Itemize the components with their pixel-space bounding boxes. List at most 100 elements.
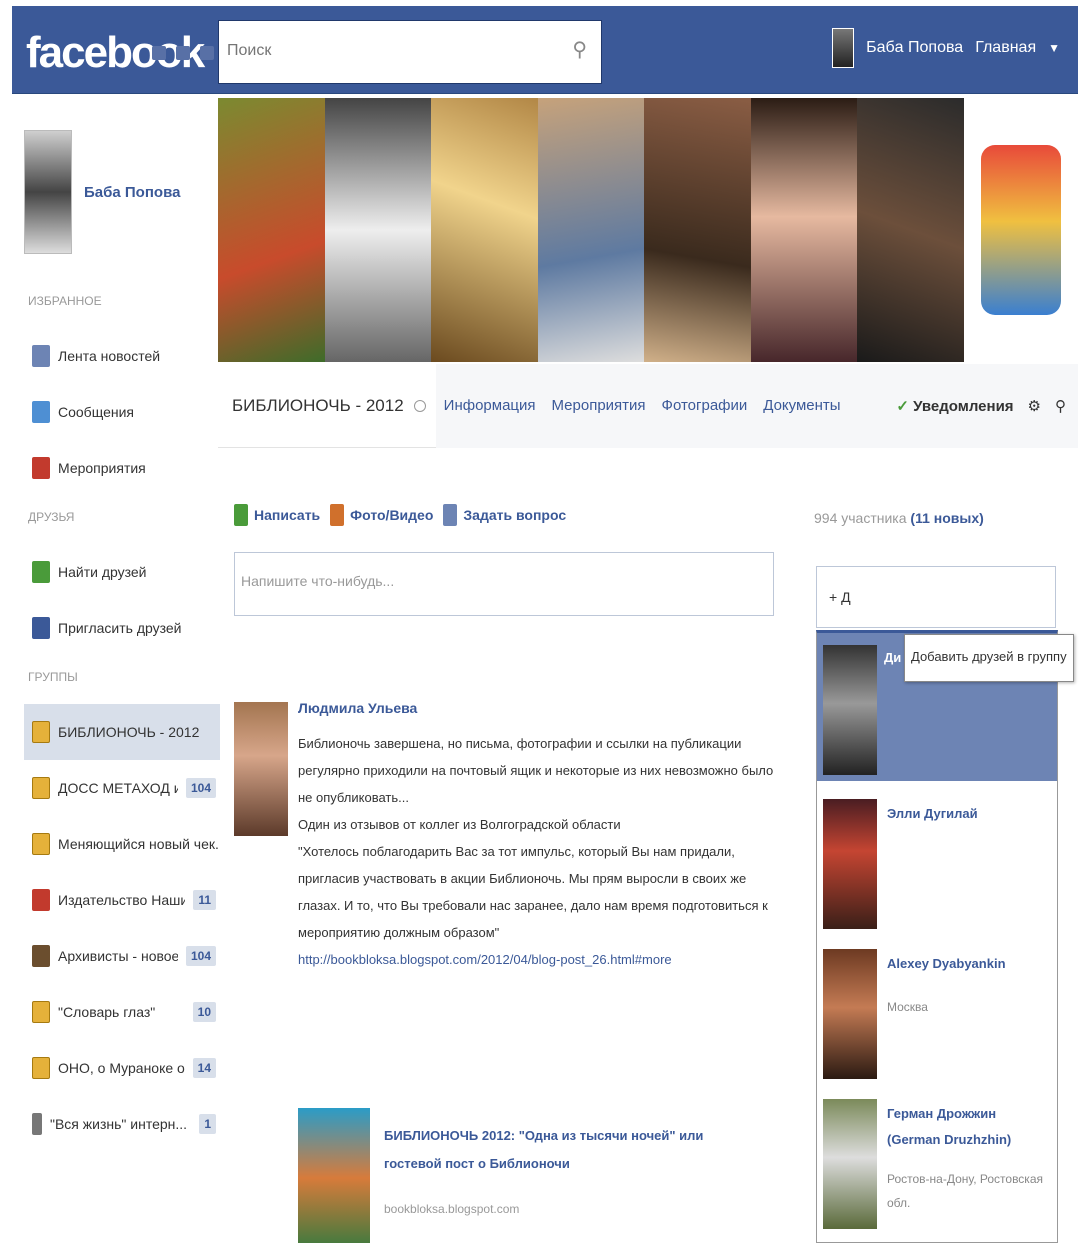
search-icon[interactable]: ⚲ (1055, 397, 1066, 415)
search-box: ⚲ (218, 20, 602, 84)
suggestion-name: Ди (884, 650, 902, 665)
cover-photo-strip (644, 98, 751, 362)
profile-picture[interactable] (24, 130, 72, 254)
profile-name[interactable]: Бaбa Попова (84, 184, 180, 201)
suggestion-item[interactable]: Герман Дрожжин (German Druzhzhin) Ростов… (817, 1087, 1057, 1235)
sidebar-item-invite-friends[interactable]: Пригласить друзей (24, 600, 220, 656)
home-link[interactable]: Главная (975, 39, 1036, 57)
sidebar-item-events[interactable]: Мероприятия (24, 440, 220, 496)
tab-photos[interactable]: Фотографии (654, 397, 756, 414)
news-feed-icon (32, 345, 50, 367)
sidebar-item-label: Сообщения (58, 404, 134, 420)
tab-info[interactable]: Информация (436, 397, 544, 414)
notifications-button[interactable]: ✓ Уведомления (896, 397, 1013, 415)
post-composer: Написать Фото/Видео Задать вопрос Напиши… (234, 504, 774, 616)
group-title[interactable]: БИБЛИОНОЧЬ - 2012 (218, 396, 414, 416)
sidebar-item-group[interactable]: ОНО, о Мураноке о... 14 (24, 1040, 220, 1096)
add-photo-video-label: Фото/Видео (350, 507, 434, 523)
sidebar-item-group[interactable]: БИБЛИОНОЧЬ - 2012 (24, 704, 220, 760)
sidebar-item-label: ДОСС МЕТАХОД и... (58, 780, 178, 796)
unread-count-badge: 104 (185, 778, 216, 798)
write-post-label: Написать (254, 507, 321, 523)
ask-question-button[interactable]: Задать вопрос (443, 504, 566, 526)
attachment-thumbnail[interactable] (298, 1108, 370, 1243)
suggestion-name: Alexey Dyabyankin (887, 956, 1006, 971)
post-link[interactable]: http://bookbloksa.blogspot.com/2012/04/b… (298, 946, 774, 973)
sidebar-item-group[interactable]: "Словарь глаз" 10 (24, 984, 220, 1040)
post-author[interactable]: Людмила Ульева (298, 700, 774, 716)
search-icon[interactable]: ⚲ (572, 37, 587, 62)
friend-suggestions-dropdown: Элли Дугилай Alexey Dyabyankin Москва Ге… (816, 630, 1058, 1243)
avatar[interactable] (234, 702, 288, 836)
sidebar-item-label: БИБЛИОНОЧЬ - 2012 (58, 724, 200, 740)
link-attachment[interactable]: БИБЛИОНОЧЬ 2012: "Одна из тысячи ночей" … (298, 1108, 738, 1243)
avatar (823, 949, 877, 1079)
pencil-icon (234, 504, 248, 526)
sidebar-item-group[interactable]: ДОСС МЕТАХОД и... 104 (24, 760, 220, 816)
find-friends-icon (32, 561, 50, 583)
sidebar-item-messages[interactable]: Сообщения (24, 384, 220, 440)
flag-icon (32, 889, 50, 911)
unread-count-badge: 14 (192, 1058, 216, 1078)
members-total[interactable]: 994 участника (814, 510, 907, 526)
sidebar-item-label: "Вся жизнь" интерн... (50, 1116, 188, 1132)
post-text: Библионочь завершена, но письма, фотогра… (298, 736, 774, 805)
cover-photo-strip (750, 98, 858, 362)
notification-jewels (152, 46, 214, 60)
messages-icon[interactable] (176, 46, 190, 60)
group-icon (32, 721, 50, 743)
briefcase-icon (32, 945, 50, 967)
tab-events[interactable]: Мероприятия (544, 397, 654, 414)
user-name-link[interactable]: Бaбa Попова (866, 39, 963, 57)
add-photo-video-button[interactable]: Фото/Видео (330, 504, 433, 526)
sidebar-item-group[interactable]: Архивисты - новое... 104 (24, 928, 220, 984)
attachment-source: bookbloksa.blogspot.com (384, 1202, 520, 1216)
tab-docs[interactable]: Документы (755, 397, 848, 414)
checkmark-icon: ✓ (896, 397, 914, 415)
sidebar-item-group[interactable]: Издательство Наши... 11 (24, 872, 220, 928)
top-right-nav: Бaбa Попова Главная ▼ (832, 28, 1060, 68)
library-logo (964, 98, 1078, 362)
library-badge-icon (981, 145, 1061, 315)
sidebar-item-label: Лента новостей (58, 348, 161, 364)
calendar-icon (32, 457, 50, 479)
friend-requests-icon[interactable] (152, 46, 166, 60)
group-icon (32, 833, 50, 855)
suggestion-name: Элли Дугилай (887, 806, 978, 821)
account-menu-icon[interactable]: ▼ (1048, 41, 1060, 55)
cover-photo-strip (218, 98, 325, 362)
sidebar-item-label: "Словарь глаз" (58, 1004, 156, 1020)
new-members-link[interactable]: (11 новых) (910, 510, 983, 526)
invite-friends-icon (32, 617, 50, 639)
profile-link[interactable]: Бaбa Попова (24, 130, 220, 254)
notifications-icon[interactable] (200, 46, 214, 60)
sidebar-item-news-feed[interactable]: Лента новостей (24, 328, 220, 384)
group-icon (32, 1057, 50, 1079)
add-friends-input[interactable]: + Д (816, 566, 1056, 628)
write-post-button[interactable]: Написать (234, 504, 320, 526)
sidebar-item-label: Издательство Наши... (58, 892, 186, 908)
suggestion-item[interactable]: Alexey Dyabyankin Москва (817, 937, 1057, 1085)
suggestion-item[interactable]: Элли Дугилай (817, 787, 1057, 935)
group-nav: БИБЛИОНОЧЬ - 2012 Информация Мероприятия… (218, 363, 1078, 448)
members-count: 994 участника (11 новых) (814, 510, 984, 526)
settings-gear-icon[interactable]: ⚙ (1028, 397, 1041, 415)
search-input[interactable] (219, 21, 539, 81)
group-icon (32, 1001, 50, 1023)
camera-icon (330, 504, 345, 526)
sidebar-item-group[interactable]: Меняющийся новый чек... (24, 816, 220, 872)
post-text: Один из отзывов от коллег из Волгоградск… (298, 817, 621, 832)
sidebar-item-find-friends[interactable]: Найти друзей (24, 544, 220, 600)
sidebar-item-label: Меняющийся новый чек... (58, 836, 220, 852)
attachment-title[interactable]: БИБЛИОНОЧЬ 2012: "Одна из тысячи ночей" … (384, 1122, 724, 1178)
suggestion-location: Ростов-на-Дону, Ростовская обл. (887, 1172, 1043, 1210)
ask-question-label: Задать вопрос (463, 507, 567, 523)
avatar[interactable] (832, 28, 855, 68)
group-cover-photo[interactable] (218, 98, 965, 362)
sidebar-item-group[interactable]: "Вся жизнь" интерн... 1 (24, 1096, 220, 1152)
post-input[interactable]: Напишите что-нибудь... (234, 552, 774, 616)
avatar (823, 645, 877, 775)
add-friends-tooltip: Добавить друзей в группу (904, 634, 1074, 682)
left-sidebar: Бaбa Попова ИЗБРАННОЕ Лента новостей Соо… (24, 130, 220, 1152)
sidebar-item-label: Пригласить друзей (58, 620, 182, 636)
